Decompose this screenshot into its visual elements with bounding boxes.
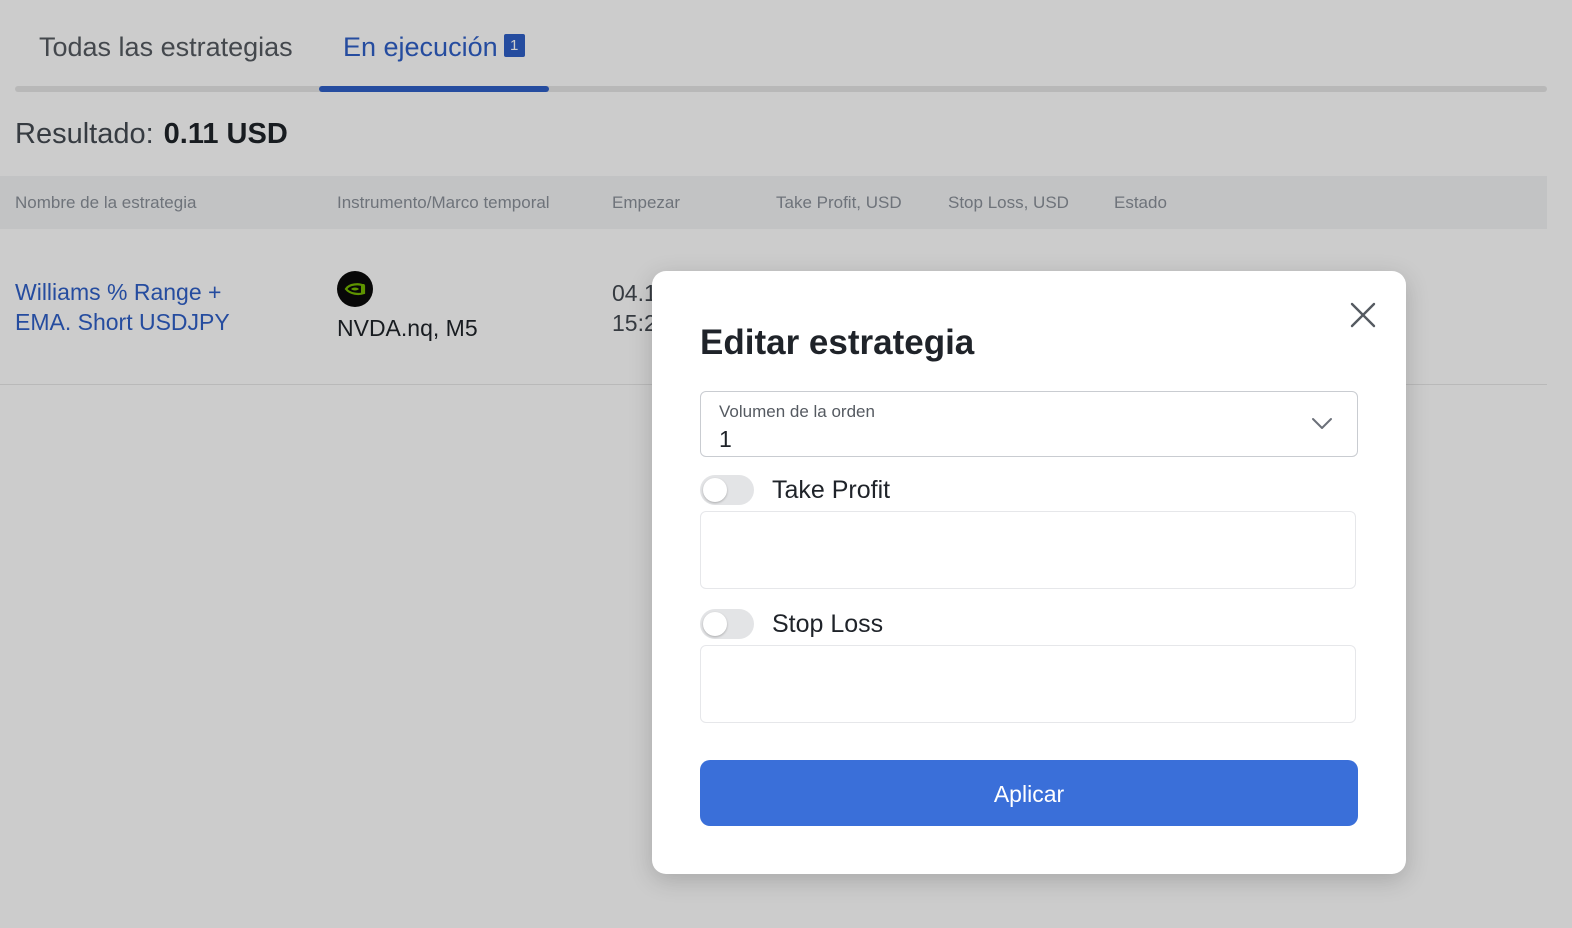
take-profit-toggle-knob xyxy=(703,478,727,502)
dialog-title: Editar estrategia xyxy=(700,323,975,362)
edit-strategy-dialog: Editar estrategia Volumen de la orden 1 … xyxy=(652,271,1406,874)
order-volume-select[interactable]: Volumen de la orden 1 xyxy=(700,391,1358,457)
order-volume-value: 1 xyxy=(719,426,732,452)
take-profit-input[interactable] xyxy=(700,511,1356,589)
close-button[interactable] xyxy=(1346,298,1380,332)
close-icon xyxy=(1350,302,1376,328)
chevron-down-icon xyxy=(1312,418,1332,429)
stop-loss-toggle-knob xyxy=(703,612,727,636)
apply-button[interactable]: Aplicar xyxy=(700,760,1358,826)
take-profit-toggle[interactable] xyxy=(700,475,754,505)
stop-loss-toggle[interactable] xyxy=(700,609,754,639)
stop-loss-input[interactable] xyxy=(700,645,1356,723)
order-volume-label: Volumen de la orden xyxy=(719,402,875,421)
take-profit-label: Take Profit xyxy=(772,476,891,504)
stop-loss-label: Stop Loss xyxy=(772,610,884,638)
